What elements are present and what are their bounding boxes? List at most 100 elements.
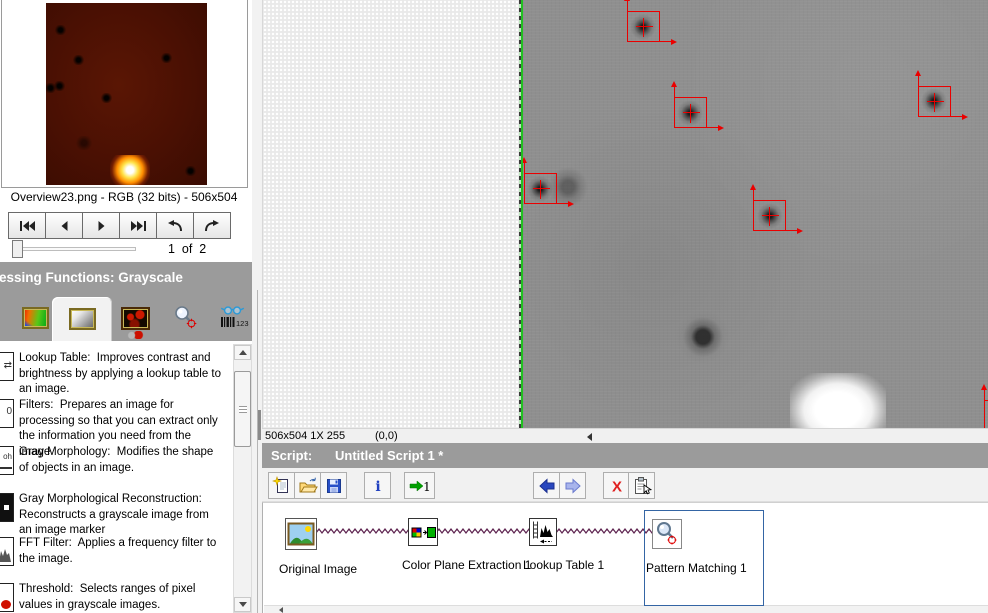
match-right-arrowhead (718, 125, 724, 131)
dark-spot (160, 53, 172, 63)
svg-text:123: 123 (236, 319, 249, 328)
function-item-reconstruct[interactable]: Gray Morphological Reconstruction: Recon… (0, 492, 228, 539)
match-right-arrow (785, 230, 797, 231)
rotate-back-button[interactable] (156, 212, 194, 239)
steps-scroll-left-icon[interactable] (279, 607, 283, 613)
color-plane-extraction-step-icon (408, 518, 442, 551)
pattern-match-box (915, 70, 968, 120)
info-button[interactable]: i (364, 472, 391, 499)
match-up-arrowhead (624, 0, 630, 1)
script-step-lookup-table[interactable]: Lookup Table 1 (522, 510, 618, 606)
left-panel: Overview23.png - RGB (32 bits) - 506x504… (0, 0, 252, 613)
filters-icon: 0 (0, 399, 14, 428)
tab-color[interactable] (14, 295, 56, 341)
script-step-pattern-matching[interactable]: Pattern Matching 1 (644, 510, 764, 606)
step-label: Pattern Matching 1 (646, 561, 747, 575)
match-right-arrow (950, 116, 962, 117)
panel-divider[interactable] (252, 0, 262, 613)
slider-thumb[interactable] (12, 240, 23, 258)
original-image-step-icon (285, 518, 319, 555)
match-up-arrowhead (981, 384, 987, 390)
bright-particle (790, 373, 886, 428)
step-label: Original Image (279, 562, 358, 576)
save-script-button[interactable] (320, 472, 347, 499)
identification-tab-icon: 123 (220, 305, 249, 328)
reconstruct-icon (0, 493, 14, 522)
dark-spot (53, 81, 65, 91)
function-item-fft[interactable]: FFT Filter: Applies a frequency filter t… (0, 536, 228, 567)
dark-particle (675, 309, 731, 365)
dark-spot (54, 25, 66, 35)
navigate-forward-button[interactable] (559, 472, 586, 499)
lookup-table-step-icon (529, 518, 563, 551)
open-script-button[interactable] (294, 472, 321, 499)
hscroll-left-arrow-icon[interactable] (587, 433, 592, 441)
step-label: Lookup Table 1 (523, 558, 605, 572)
match-right-arrowhead (568, 201, 574, 207)
script-title-bar: Script: Untitled Script 1 * (262, 443, 988, 468)
svg-text:X: X (611, 478, 621, 495)
tab-machine-vision[interactable] (164, 295, 208, 341)
match-right-arrow (706, 127, 718, 128)
pattern-match-box (981, 384, 988, 428)
match-up-arrow (918, 75, 919, 87)
new-script-button[interactable] (268, 472, 295, 499)
match-up-arrowhead (523, 157, 527, 163)
pattern-matching-step-icon (652, 519, 686, 554)
grayscale-tab-icon (68, 308, 96, 330)
image-status-bar: 506x504 1X 255 (0,0) (262, 428, 988, 443)
match-up-arrow (524, 162, 525, 174)
function-list-scrollbar[interactable] (233, 344, 252, 613)
run-once-button[interactable]: 1 (404, 472, 435, 499)
navigate-back-button[interactable] (533, 472, 560, 499)
tab-grayscale[interactable] (52, 297, 112, 341)
edit-clipboard-button[interactable] (628, 472, 655, 499)
viewer-background (262, 0, 519, 428)
match-right-arrowhead (797, 228, 803, 234)
script-step-original-image[interactable]: Original Image (278, 510, 374, 606)
function-item-text: Gray Morphological Reconstruction: Recon… (19, 493, 213, 536)
step-label: Color Plane Extraction 1 (402, 558, 532, 572)
vision-assistant-window: Overview23.png - RGB (32 bits) - 506x504… (0, 0, 988, 613)
match-right-arrow (659, 41, 671, 42)
scroll-down-button[interactable] (234, 597, 251, 612)
rotate-forward-button[interactable] (193, 212, 231, 239)
machine-vision-tab-icon (175, 306, 197, 329)
image-index-slider[interactable] (12, 247, 136, 251)
next-button[interactable] (82, 212, 120, 239)
image-info-text: 506x504 1X 255 (265, 430, 346, 442)
function-category-tabs: 123 (0, 295, 252, 341)
up-arrow-icon (238, 350, 247, 355)
browser-navigation (8, 212, 231, 239)
previous-button[interactable] (45, 212, 83, 239)
first-button[interactable] (8, 212, 46, 239)
scrollbar-thumb[interactable] (234, 371, 251, 447)
match-up-arrowhead (750, 184, 756, 190)
pattern-match-box (671, 81, 724, 131)
function-item-lookup[interactable]: ⇄ Lookup Table: Improves contrast and bri… (0, 351, 228, 398)
function-item-text: Threshold: Selects ranges of pixel value… (19, 583, 199, 611)
threshold-icon (0, 583, 14, 612)
page-indicator: 1 of 2 (168, 242, 207, 256)
function-list: ⇄ Lookup Table: Improves contrast and bri… (0, 341, 230, 613)
function-item-text: FFT Filter: Applies a frequency filter t… (19, 537, 220, 565)
reference-image-thumbnail[interactable] (46, 3, 207, 185)
last-button[interactable] (119, 212, 157, 239)
script-step-color-plane-extraction[interactable]: Color Plane Extraction 1 (401, 510, 532, 606)
image-browser (1, 0, 248, 188)
delete-step-button[interactable]: X (603, 472, 630, 499)
bright-spot (110, 155, 150, 185)
steps-scrollbar[interactable] (264, 605, 988, 613)
match-up-arrow (753, 189, 754, 201)
tab-binary[interactable] (112, 295, 158, 341)
tab-identification[interactable]: 123 (214, 295, 254, 341)
function-item-threshold[interactable]: Threshold: Selects ranges of pixel value… (0, 582, 228, 613)
script-label: Script: (271, 448, 313, 463)
function-item-morphology[interactable]: oh Gray Morphology: Modifies the shape of… (0, 445, 228, 476)
processing-functions-header: Processing Functions: Grayscale (0, 262, 252, 295)
binary-tab-icon (120, 306, 150, 339)
main-image[interactable] (523, 0, 988, 428)
match-right-arrowhead (671, 39, 677, 45)
dark-spot (72, 55, 84, 65)
scroll-up-button[interactable] (234, 345, 251, 360)
